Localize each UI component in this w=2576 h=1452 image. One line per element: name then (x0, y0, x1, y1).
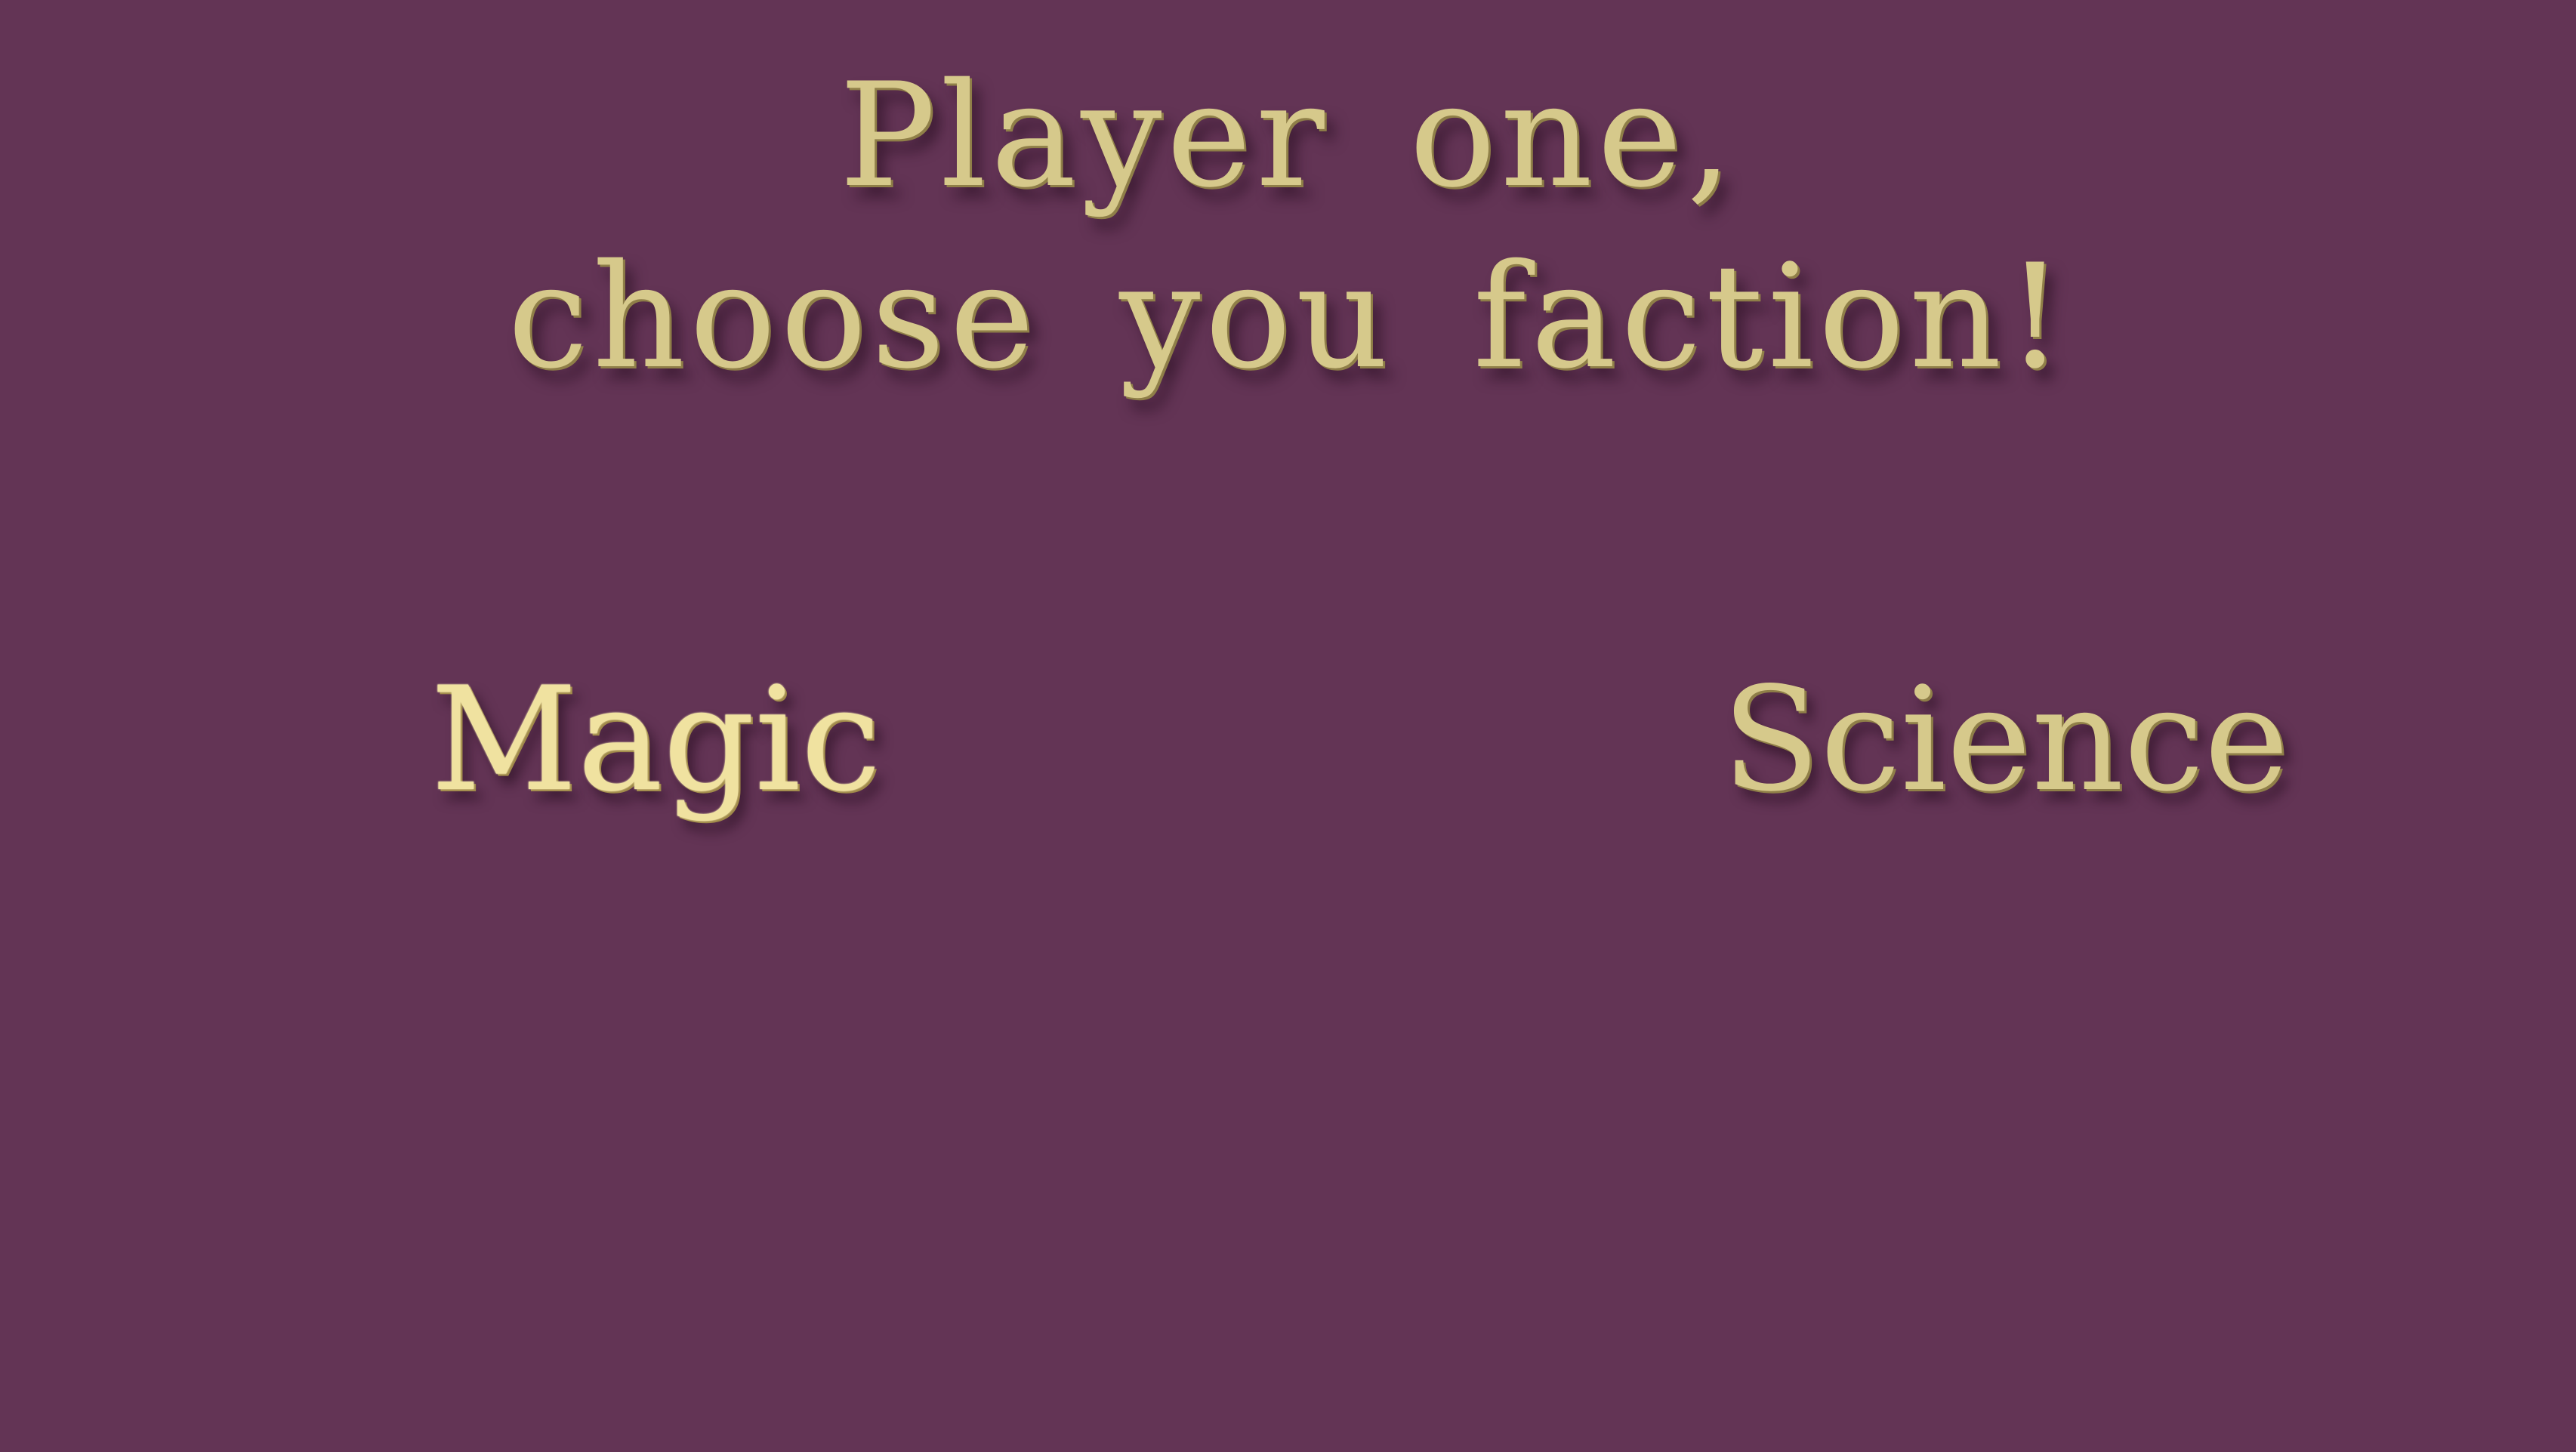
magic-faction-button[interactable]: Magic (430, 657, 881, 823)
faction-select-screen: Player one, choose you faction! Magic Sc… (0, 0, 2576, 1452)
title-line-1: Player one, (839, 52, 1737, 219)
science-faction-button[interactable]: Science (1722, 657, 2289, 823)
title-line-2: choose you faction! (507, 233, 2069, 400)
title-block: Player one, choose you faction! (0, 45, 2576, 408)
